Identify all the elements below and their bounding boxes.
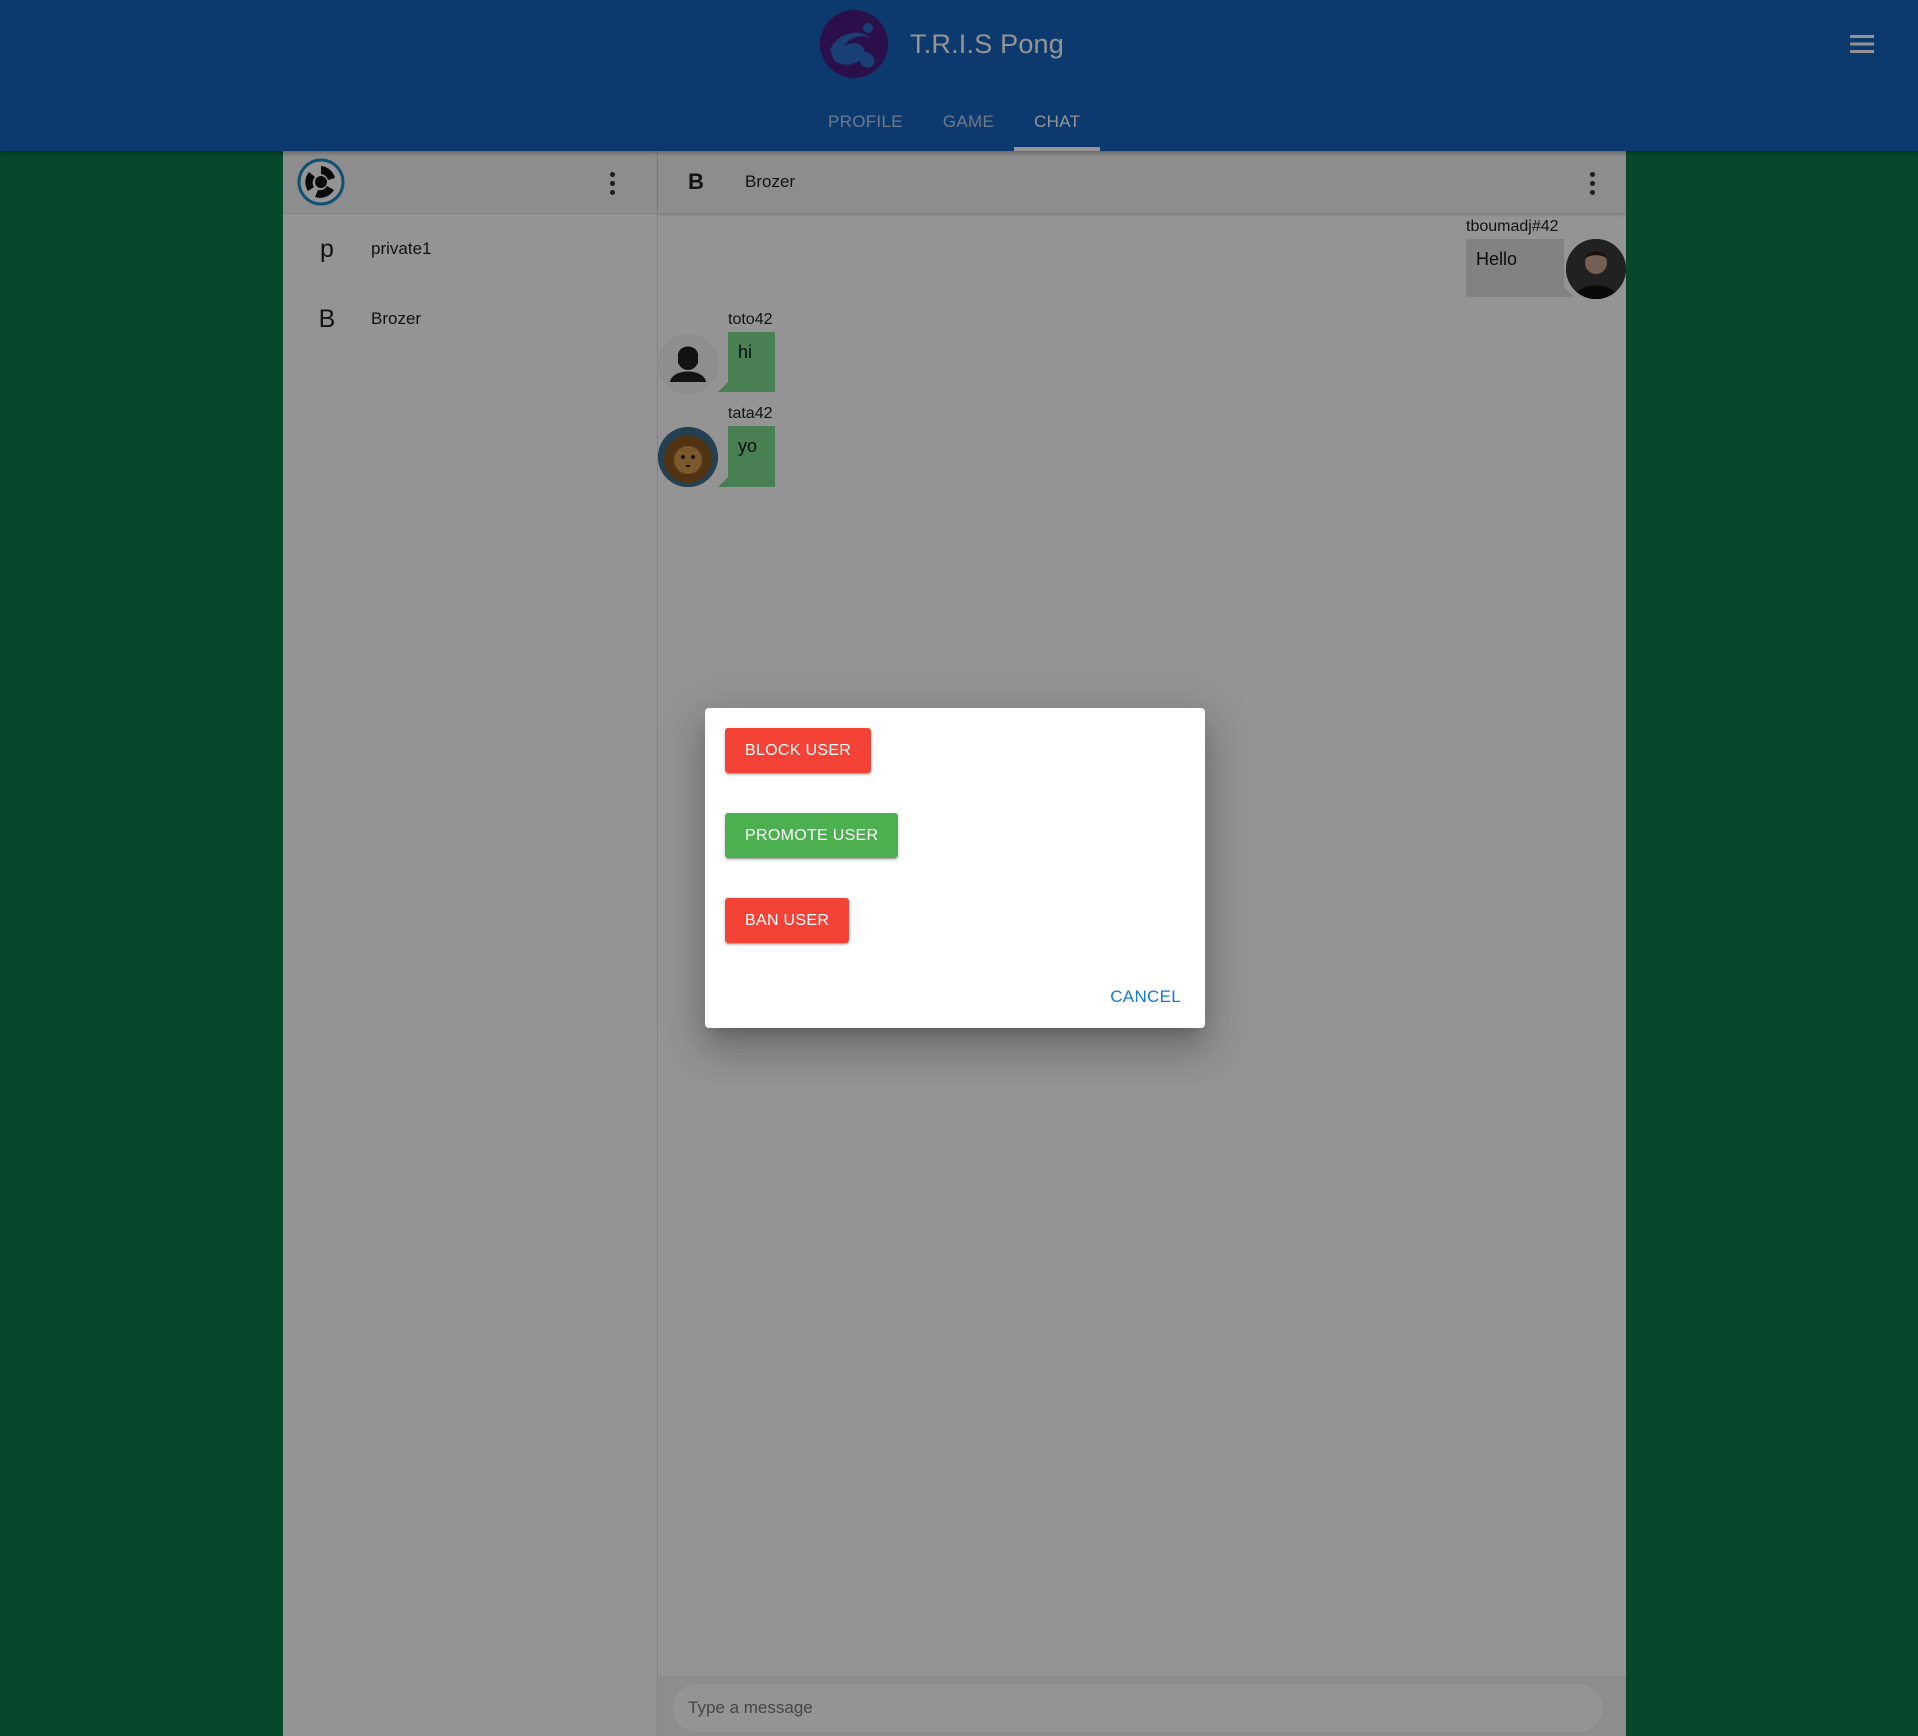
user-actions-dialog: BLOCK USER PROMOTE USER BAN USER CANCEL xyxy=(705,708,1205,1028)
promote-user-button[interactable]: PROMOTE USER xyxy=(725,813,899,858)
cancel-button[interactable]: CANCEL xyxy=(1106,983,1185,1011)
block-user-button[interactable]: BLOCK USER xyxy=(725,728,872,773)
ban-user-button[interactable]: BAN USER xyxy=(725,898,850,943)
